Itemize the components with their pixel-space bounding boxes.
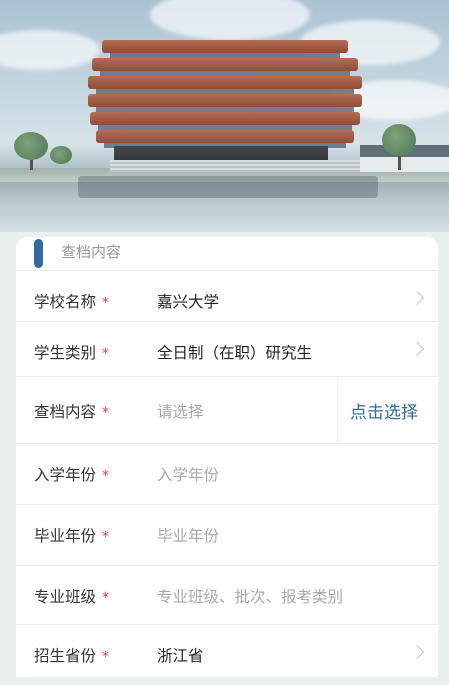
- graduation-year-input[interactable]: 毕业年份: [157, 524, 219, 546]
- archive-content-field[interactable]: 查档内容 * 请选择 点击选择: [16, 376, 438, 443]
- required-mark: *: [102, 649, 110, 665]
- required-mark: *: [102, 405, 110, 421]
- enrollment-year-field[interactable]: 入学年份 * 入学年份: [16, 443, 438, 504]
- required-mark: *: [102, 590, 110, 606]
- field-label: 学生类别 *: [34, 344, 110, 362]
- divider: [337, 377, 338, 443]
- archive-content-select[interactable]: 请选择: [157, 400, 204, 422]
- required-mark: *: [102, 468, 110, 484]
- enrollment-province-field[interactable]: 招生省份 * 浙江省: [16, 624, 438, 685]
- campus-building-photo: [0, 0, 449, 232]
- section-accent-bar: [34, 239, 43, 268]
- field-label: 入学年份 *: [34, 466, 110, 484]
- major-class-field[interactable]: 专业班级 * 专业班级、批次、报考类别: [16, 565, 438, 626]
- section-header: 查档内容: [16, 237, 438, 269]
- field-label: 毕业年份 *: [34, 527, 110, 545]
- enrollment-province-value: 浙江省: [157, 647, 204, 665]
- chevron-right-icon[interactable]: [409, 341, 425, 357]
- chevron-right-icon[interactable]: [409, 290, 425, 306]
- student-category-value: 全日制（在职）研究生: [157, 344, 313, 362]
- archive-query-form: 查档内容 学校名称 * 嘉兴大学 学生类别 * 全日制（在职）研究生 查档内容 * 请…: [16, 237, 438, 677]
- major-class-input[interactable]: 专业班级、批次、报考类别: [157, 585, 343, 607]
- field-label: 学校名称 *: [34, 293, 110, 311]
- required-mark: *: [102, 295, 110, 311]
- graduation-year-field[interactable]: 毕业年份 * 毕业年份: [16, 504, 438, 565]
- field-label: 招生省份 *: [34, 647, 110, 665]
- field-label: 专业班级 *: [34, 588, 110, 606]
- school-name-value: 嘉兴大学: [157, 293, 220, 311]
- enrollment-year-input[interactable]: 入学年份: [157, 463, 219, 485]
- chevron-right-icon[interactable]: [409, 644, 425, 660]
- click-to-select-button[interactable]: 点击选择: [350, 398, 418, 423]
- section-title: 查档内容: [61, 243, 122, 261]
- required-mark: *: [102, 346, 110, 362]
- required-mark: *: [102, 529, 110, 545]
- student-category-field[interactable]: 学生类别 * 全日制（在职）研究生: [16, 321, 438, 382]
- field-label: 查档内容 *: [34, 403, 110, 421]
